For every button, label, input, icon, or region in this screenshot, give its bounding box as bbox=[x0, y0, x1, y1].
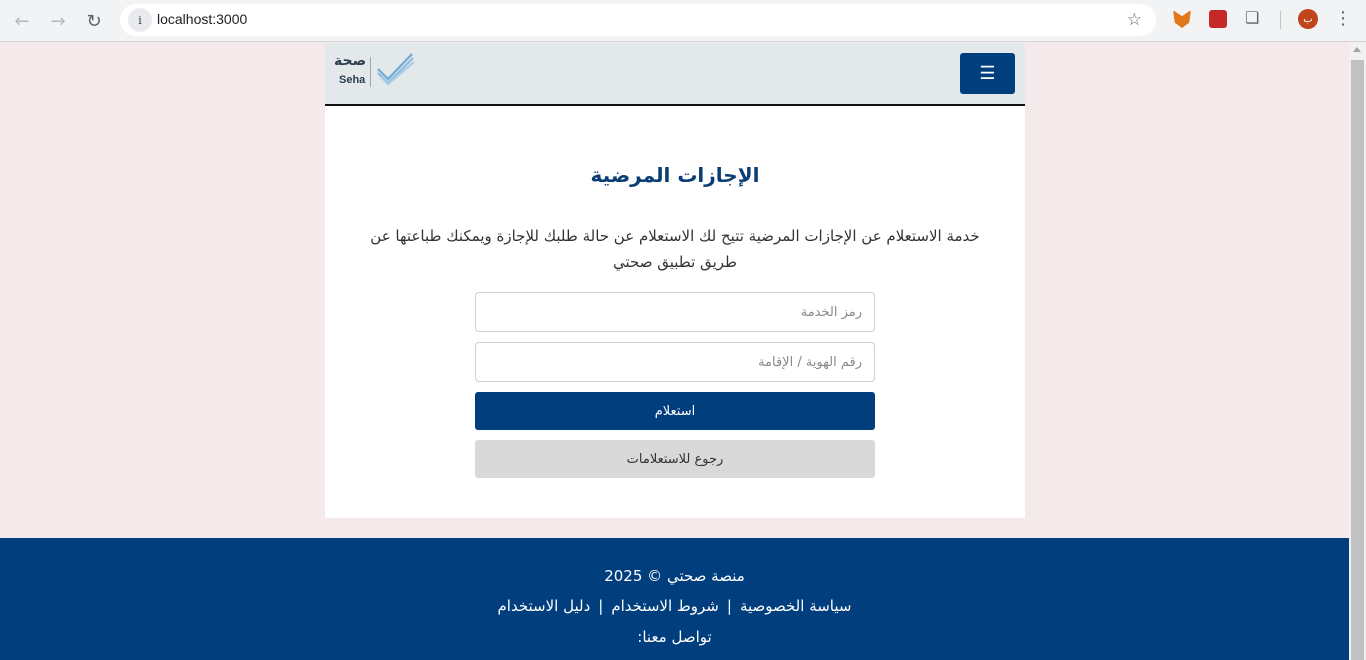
site-footer: منصة صحتي © 2025 سياسة الخصوصية | شروط الا… bbox=[0, 538, 1349, 660]
page-scrollbar[interactable] bbox=[1349, 43, 1366, 660]
logo-arabic-text: صحة bbox=[334, 53, 367, 69]
seha-logo[interactable]: صحة Seha bbox=[334, 51, 419, 91]
back-to-inquiries-button[interactable]: رجوع للاستعلامات bbox=[475, 440, 875, 478]
extensions-puzzle-icon[interactable]: ❏ bbox=[1245, 8, 1263, 27]
footer-separator: | bbox=[726, 597, 732, 615]
copyright-text: منصة صحتي © 2025 bbox=[604, 567, 745, 585]
logo-english-text: Seha bbox=[339, 74, 366, 86]
profile-avatar[interactable]: ب bbox=[1298, 9, 1318, 29]
forward-arrow-icon[interactable]: → bbox=[44, 7, 72, 35]
reload-icon[interactable]: ↻ bbox=[80, 7, 108, 35]
metamask-extension-icon[interactable] bbox=[1173, 10, 1191, 28]
footer-links: سياسة الخصوصية | شروط الاستخدام | دليل الاست… bbox=[0, 597, 1349, 615]
main-card: صحة Seha ☰ الإجازات المرضية خدمة الاستعل… bbox=[325, 43, 1025, 518]
national-id-input[interactable] bbox=[475, 342, 875, 382]
browser-menu-icon[interactable]: ⋮ bbox=[1334, 8, 1352, 29]
inquire-button[interactable]: استعلام bbox=[475, 392, 875, 430]
checkmark-logo-icon bbox=[377, 53, 415, 86]
toolbar-divider bbox=[1280, 11, 1281, 29]
scroll-thumb[interactable] bbox=[1351, 60, 1364, 660]
page-description: خدمة الاستعلام عن الإجازات المرضية تتيح … bbox=[370, 227, 980, 271]
back-arrow-icon[interactable]: ← bbox=[8, 7, 36, 35]
url-text[interactable]: localhost:3000 bbox=[157, 11, 247, 27]
footer-separator: | bbox=[598, 597, 604, 615]
service-code-input[interactable] bbox=[475, 292, 875, 332]
browser-toolbar: ← → ↻ i localhost:3000 ☆ ❏ ب ⋮ bbox=[0, 0, 1366, 42]
address-bar[interactable]: i localhost:3000 ☆ bbox=[120, 4, 1156, 36]
privacy-policy-link[interactable]: سياسة الخصوصية bbox=[740, 597, 852, 615]
site-info-icon[interactable]: i bbox=[128, 8, 152, 32]
page-title: الإجازات المرضية bbox=[590, 163, 760, 187]
terms-of-use-link[interactable]: شروط الاستخدام bbox=[611, 597, 719, 615]
contact-us-label: تواصل معنا: bbox=[637, 628, 712, 646]
hamburger-menu-button[interactable]: ☰ bbox=[960, 53, 1015, 94]
scroll-up-arrow-icon[interactable] bbox=[1353, 47, 1361, 52]
site-header: صحة Seha ☰ bbox=[325, 43, 1025, 106]
logo-divider bbox=[370, 57, 371, 87]
user-guide-link[interactable]: دليل الاستخدام bbox=[498, 597, 591, 615]
extension-icon[interactable] bbox=[1209, 10, 1227, 28]
bookmark-star-icon[interactable]: ☆ bbox=[1127, 10, 1142, 30]
